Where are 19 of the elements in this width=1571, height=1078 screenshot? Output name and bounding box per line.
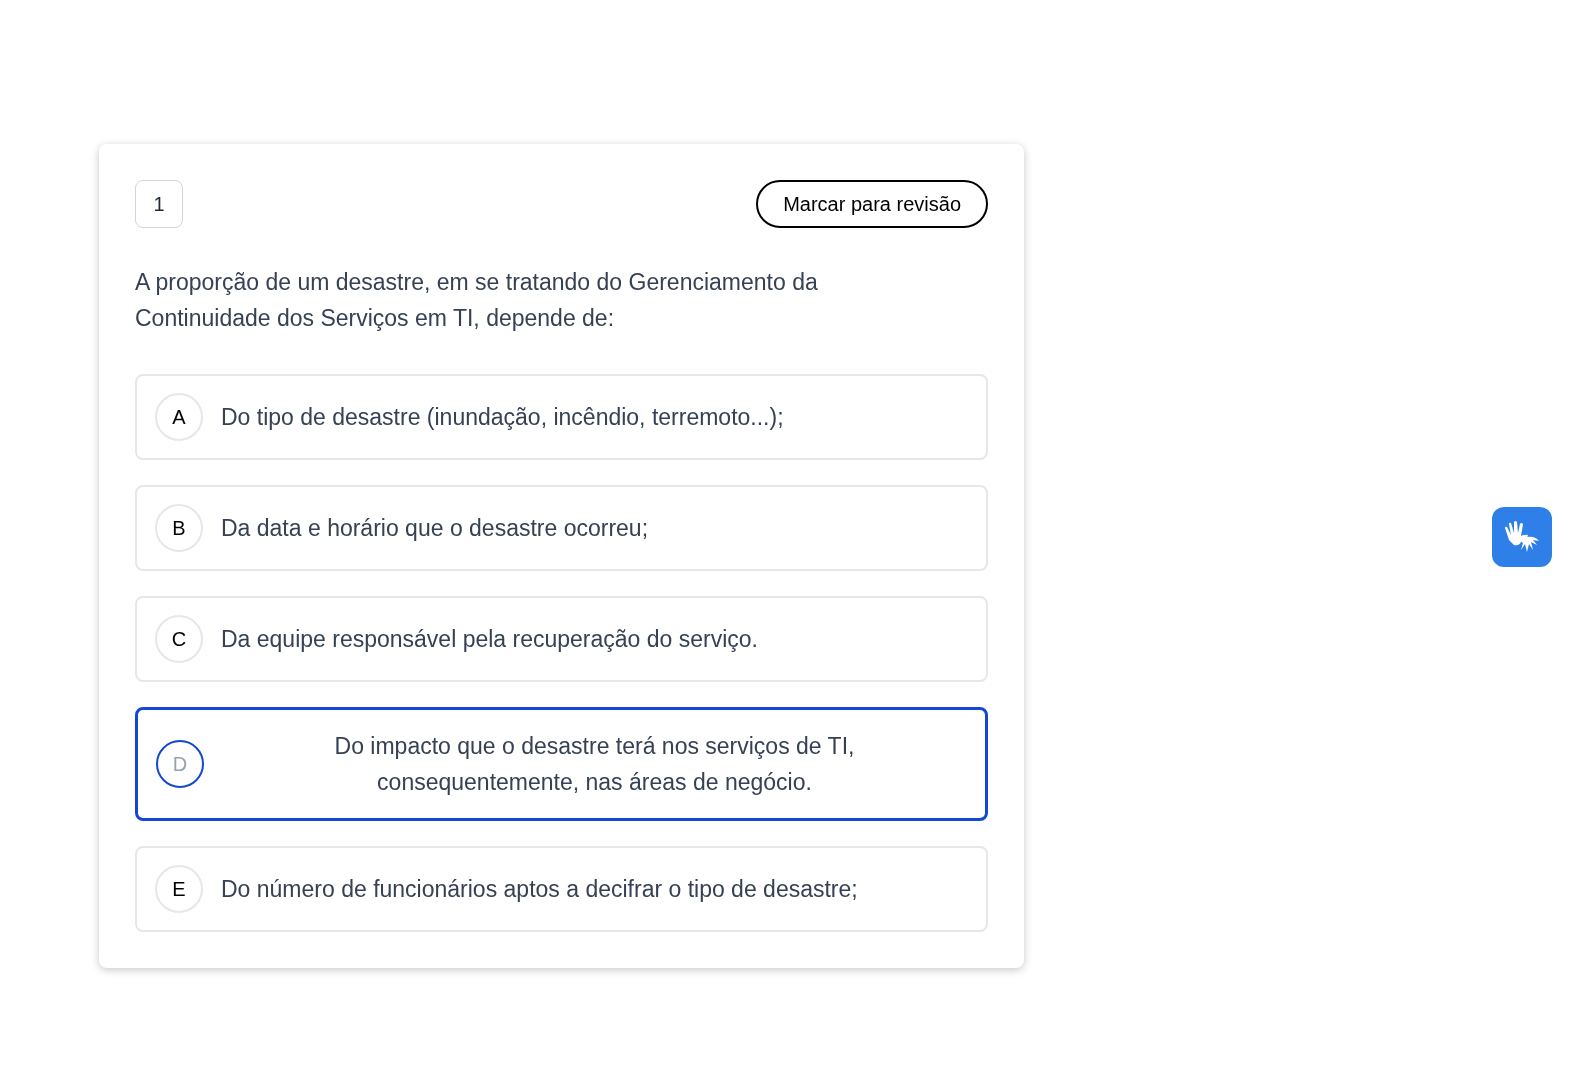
answer-option[interactable]: E Do número de funcionários aptos a decifrar o tipo de desastre; — [135, 846, 988, 932]
answer-option[interactable]: D Do impacto que o desastre terá nos serviços de TI, consequentemente, nas áreas de negócio. — [135, 707, 988, 821]
option-text: Do número de funcionários aptos a decifrar o tipo de desastre; — [221, 875, 859, 904]
option-letter: E — [155, 865, 203, 913]
option-text: Da data e horário que o desastre ocorreu; — [221, 514, 650, 543]
option-letter: D — [156, 740, 204, 788]
option-text: Da equipe responsável pela recuperação do serviço. — [221, 625, 759, 654]
question-text: A proporção de um desastre, em se tratando do Gerenciamento da Continuidade dos Serviços em TI, depende de: — [135, 268, 819, 333]
answer-option[interactable]: B Da data e horário que o desastre ocorreu; — [135, 485, 988, 571]
option-letter: B — [155, 504, 203, 552]
sign-language-button[interactable] — [1492, 507, 1552, 567]
option-letter: A — [155, 393, 203, 441]
question-number: 1 — [135, 180, 183, 228]
option-text: Do impacto que o desastre terá nos serviços de TI, consequentemente, nas áreas de negócio. — [333, 732, 856, 797]
option-text: Do tipo de desastre (inundação, incêndio, terremoto...); — [221, 403, 785, 432]
option-letter: C — [155, 615, 203, 663]
answer-option[interactable]: C Da equipe responsável pela recuperação do serviço. — [135, 596, 988, 682]
answer-option[interactable]: A Do tipo de desastre (inundação, incêndio, terremoto...); — [135, 374, 988, 460]
review-button[interactable]: Marcar para revisão — [756, 180, 988, 228]
